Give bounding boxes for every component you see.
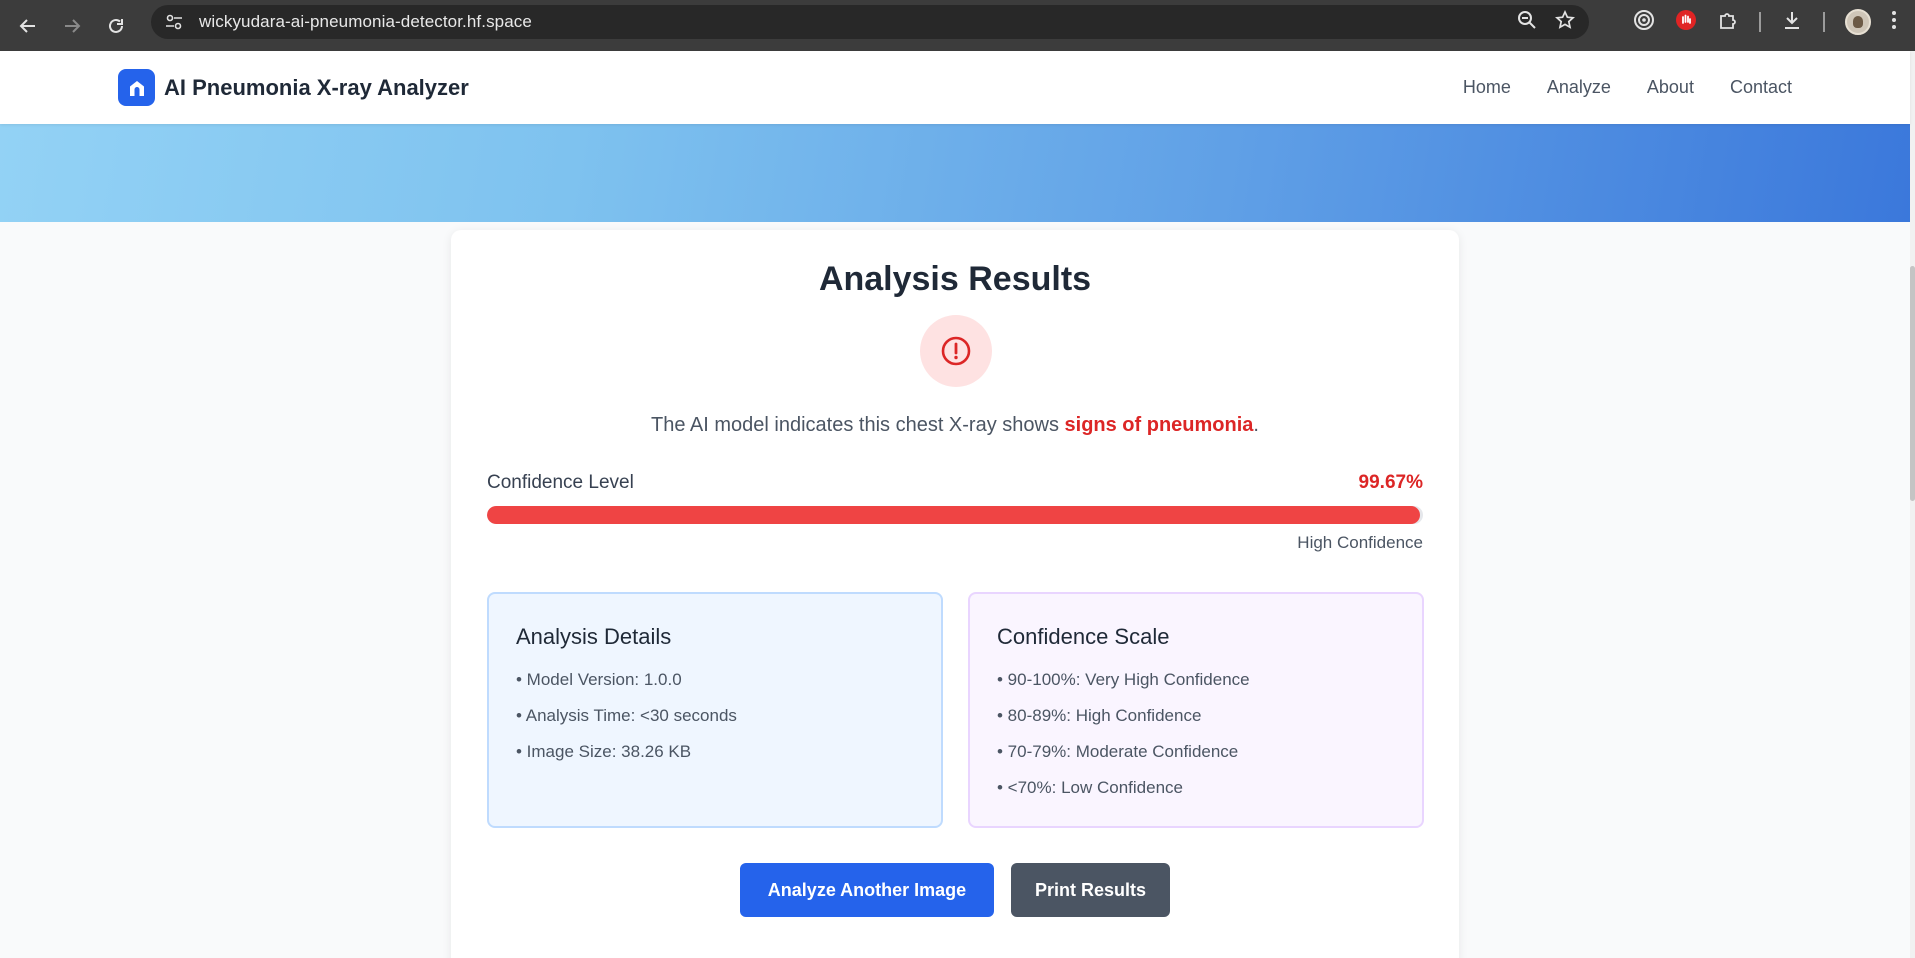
alert-circle-icon [920, 315, 992, 387]
reload-icon[interactable] [94, 4, 138, 48]
toolbar-separator [1823, 12, 1825, 32]
results-card: Analysis Results The AI model indicates … [451, 230, 1459, 958]
nav-contact[interactable]: Contact [1730, 77, 1792, 98]
confidence-value: 99.67% [1358, 472, 1423, 493]
confidence-bar [487, 506, 1423, 524]
verdict-highlight: signs of pneumonia [1064, 414, 1254, 436]
hero-banner [0, 124, 1910, 222]
bookmark-star-icon[interactable] [1555, 9, 1575, 35]
analysis-details-panel: Analysis Details • Model Version: 1.0.0 … [487, 592, 943, 828]
list-item: • Analysis Time: <30 seconds [516, 706, 737, 725]
back-icon[interactable] [6, 4, 50, 48]
confidence-scale-panel: Confidence Scale • 90-100%: Very High Co… [968, 592, 1424, 828]
download-icon[interactable] [1781, 9, 1803, 36]
menu-dots-icon[interactable] [1891, 10, 1897, 35]
confidence-scale-list: • 90-100%: Very High Confidence • 80-89%… [997, 662, 1422, 806]
analyze-another-button[interactable]: Analyze Another Image [740, 863, 994, 917]
verdict-text: The AI model indicates this chest X-ray … [451, 414, 1459, 437]
profile-avatar-icon[interactable] [1845, 9, 1871, 35]
extensions-puzzle-icon[interactable] [1717, 9, 1739, 36]
browser-toolbar: wickyudara-ai-pneumonia-detector.hf.spac… [0, 0, 1915, 51]
nav-analyze[interactable]: Analyze [1547, 77, 1611, 98]
scrollbar-thumb[interactable] [1910, 266, 1915, 501]
analysis-details-list: • Model Version: 1.0.0 • Analysis Time: … [516, 662, 941, 770]
extension-stop-icon[interactable] [1675, 9, 1697, 36]
page-title: Analysis Results [818, 260, 1092, 298]
list-item: • Image Size: 38.26 KB [516, 742, 692, 761]
brand[interactable]: AI Pneumonia X-ray Analyzer [118, 69, 469, 106]
site-info-icon[interactable] [165, 14, 187, 30]
print-results-button[interactable]: Print Results [1011, 863, 1170, 917]
page-scrollbar[interactable] [1910, 51, 1915, 958]
main-nav: Home Analyze About Contact [1463, 77, 1792, 98]
list-item: • 90-100%: Very High Confidence [997, 670, 1250, 689]
site-header: AI Pneumonia X-ray Analyzer Home Analyze… [0, 51, 1910, 124]
address-bar[interactable]: wickyudara-ai-pneumonia-detector.hf.spac… [151, 5, 1589, 39]
verdict-prefix: The AI model indicates this chest X-ray … [651, 414, 1065, 436]
nav-about[interactable]: About [1647, 77, 1694, 98]
confidence-description: High Confidence [1297, 533, 1423, 552]
confidence-scale-title: Confidence Scale [997, 624, 1170, 649]
list-item: • <70%: Low Confidence [997, 778, 1183, 797]
analysis-details-title: Analysis Details [516, 624, 672, 649]
list-item: • Model Version: 1.0.0 [516, 670, 682, 689]
toolbar-separator [1759, 12, 1761, 32]
verdict-suffix: . [1253, 414, 1259, 436]
forward-icon[interactable] [50, 4, 94, 48]
extension-target-icon[interactable] [1633, 9, 1655, 36]
confidence-label: Confidence Level [487, 472, 634, 493]
confidence-bar-fill [487, 506, 1420, 524]
nav-home[interactable]: Home [1463, 77, 1511, 98]
brand-title: AI Pneumonia X-ray Analyzer [164, 74, 469, 100]
url-text[interactable]: wickyudara-ai-pneumonia-detector.hf.spac… [199, 12, 532, 32]
list-item: • 80-89%: High Confidence [997, 706, 1202, 725]
zoom-icon[interactable] [1517, 10, 1537, 35]
lungs-logo-icon [118, 69, 155, 106]
list-item: • 70-79%: Moderate Confidence [997, 742, 1239, 761]
